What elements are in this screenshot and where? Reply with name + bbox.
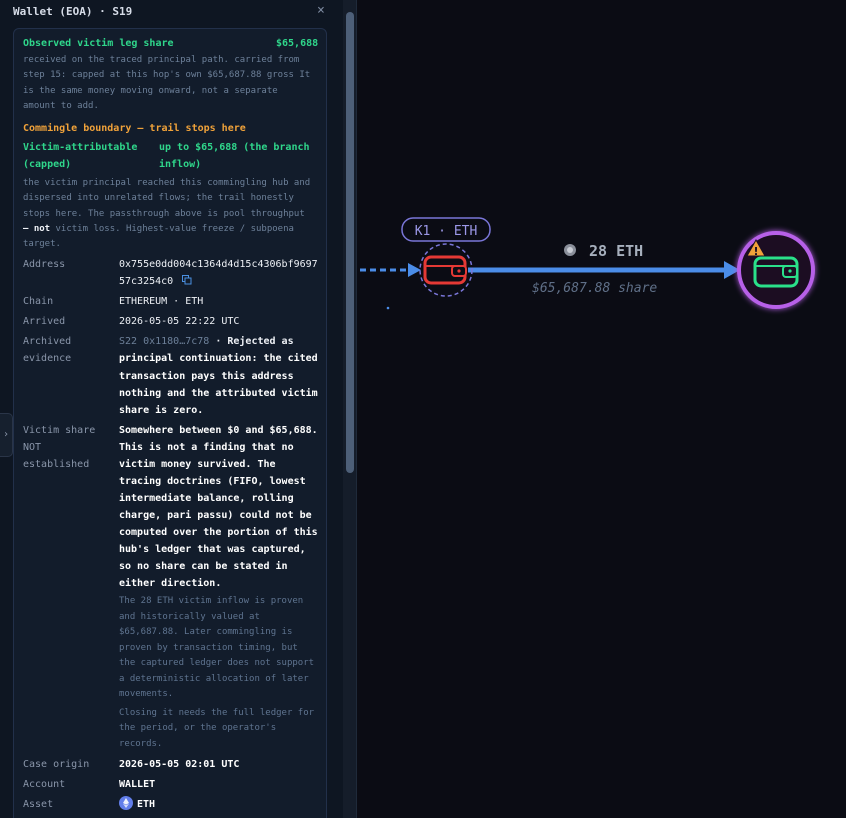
edge-dot [386,306,390,310]
victim-share-text: computed over the portion of this [119,527,318,538]
commingle-desc-line: the victim principal reached this commin… [23,178,311,188]
victim-share-text: Somewhere between $0 and $65,688. [119,425,318,436]
victim-share-text: intermediate balance, rolling [119,493,294,504]
observed-desc-line: is the same money moving onward, not a s… [23,86,278,96]
victim-share-text: The [251,459,276,470]
account-label: Account [23,779,66,790]
address-value: 57c3254c0 [119,273,192,290]
address-value-tail: 57c3254c0 [119,276,174,287]
victim-note-line: Closing it needs the full ledger for [119,708,315,718]
victim-share-label: Victim share [23,425,96,436]
commingle-desc-line: target. [23,239,61,249]
attributable-label: (capped) [23,159,72,170]
attributable-label: Victim-attributable [23,142,138,153]
address-value: 0x755e0dd004c1364d4d15c4306bf9697 [119,259,318,270]
victim-note-line: The 28 ETH victim inflow is proven [119,596,304,606]
destination-node[interactable] [737,231,815,309]
victim-note-line: movements. [119,689,174,699]
observed-desc-line: step 15: capped at this hop's own $65,68… [23,70,311,80]
edge-amount-label: 28 ETH [589,242,643,260]
victim-share-label: established [23,459,90,470]
commingle-desc-bold: — not [23,224,51,234]
commingle-heading: Commingle boundary — trail stops here [23,123,246,134]
token-icon [564,244,576,256]
chain-label: Chain [23,296,54,307]
k1-badge-label: K1 · ETH [415,224,478,239]
observed-share-label: Observed victim leg share [23,38,174,49]
case-origin-label: Case origin [23,759,90,770]
close-icon[interactable]: × [317,3,325,18]
archived-text: share is zero. [119,405,204,416]
victim-share-text: so no share can be stated in [119,561,288,572]
victim-note-line: proven by transaction timing, but [119,643,298,653]
commingle-desc-line: — not victim loss. Highest-value freeze … [23,222,294,238]
asset-value: ETH [119,796,155,813]
victim-share-text: either direction. [119,578,222,589]
commingle-desc-line: dispersed into unrelated flows; the trai… [23,193,294,203]
attributable-value: inflow) [159,159,202,170]
arrived-value: 2026-05-05 22:22 UTC [119,316,240,327]
graph-canvas[interactable]: K1 · ETH 28 ETH $65,687.88 share ! [357,0,846,818]
victim-share-label: NOT [23,442,42,453]
victim-share-text: tracing doctrines (FIFO, lowest [119,476,306,487]
account-value: WALLET [119,779,156,790]
observed-desc-line: received on the traced principal path. c… [23,55,300,65]
victim-note-line: the captured ledger does not support [119,658,315,668]
archived-text: transaction pays this address [119,371,294,382]
arrived-label: Arrived [23,316,66,327]
archived-ref-link[interactable]: S22 0x1180…7c78 [119,336,209,347]
edge-share-label: $65,687.88 share [532,281,657,296]
victim-note-line: a deterministic allocation of later [119,674,309,684]
commingle-desc-rest: victim loss. Highest-value freeze / subp… [50,224,294,234]
archived-label: evidence [23,353,72,364]
archived-label: Archived [23,336,72,347]
archived-value: S22 0x1180…7c78 · Rejected as [119,333,294,350]
wallet-icon-red [423,255,467,285]
asset-value-text: ETH [137,799,156,810]
archived-text: principal continuation: the cited [119,353,318,364]
commingle-desc-line: stops here. The passthrough above is poo… [23,209,305,219]
victim-share-bold: This is not a finding that no [119,442,294,453]
copy-icon[interactable] [182,275,192,285]
attributable-value: up to $65,688 (the branch [159,142,310,153]
details-panel: Wallet (EOA) · S19 × Observed victim leg… [0,0,343,818]
panel-title: Wallet (EOA) · S19 [13,5,133,18]
victim-share-text: hub's ledger that was captured, [119,544,306,555]
observed-desc-line: amount to add. [23,101,99,111]
chain-value: ETHEREUM · ETH [119,296,204,307]
victim-note-line: records. [119,739,163,749]
victim-share-bold-tail: victim money survived. [119,459,252,470]
victim-share-bold: victim money survived. The [119,456,276,473]
victim-note-line: $65,687.88. Later commingling is [119,627,293,637]
victim-note-line: and historically valued at [119,612,260,622]
eth-icon [119,796,133,810]
k1-node[interactable] [419,243,473,297]
case-origin-value: 2026-05-05 02:01 UTC [119,759,240,770]
victim-note-line: the period, or the operator's [119,723,277,733]
incoming-edge-arrowhead [408,263,421,277]
address-label: Address [23,259,66,270]
victim-share-text: charge, pari passu) could not be [119,510,312,521]
expand-panel-tab[interactable]: › [0,413,13,457]
archived-text: nothing and the attributed victim [119,388,318,399]
archived-text: · Rejected as [209,336,294,347]
asset-label: Asset [23,799,54,810]
warning-glyph: ! [753,245,758,258]
scrollbar-thumb[interactable] [346,12,354,473]
observed-share-amount: $65,688 [276,38,319,49]
